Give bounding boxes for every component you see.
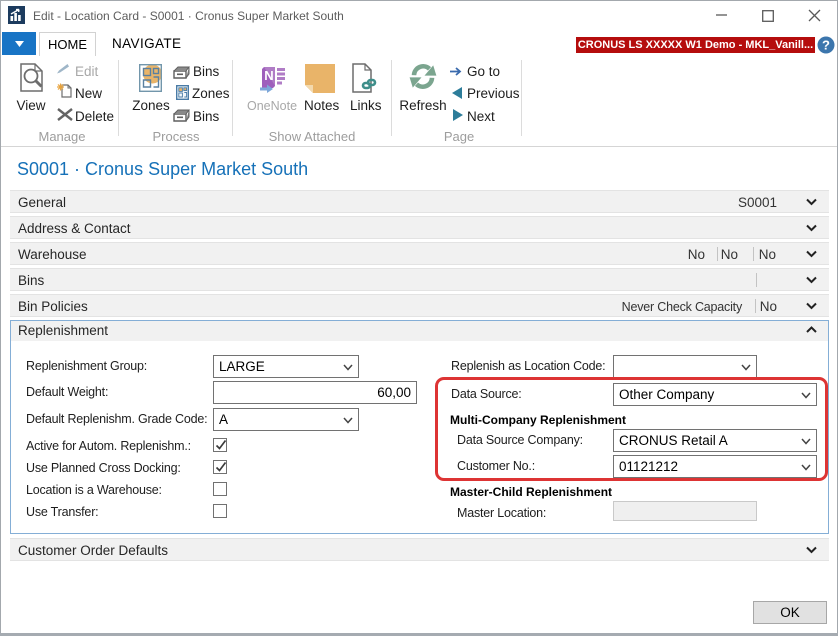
svg-text:?: ? [822,38,830,53]
svg-text:N: N [264,68,273,83]
